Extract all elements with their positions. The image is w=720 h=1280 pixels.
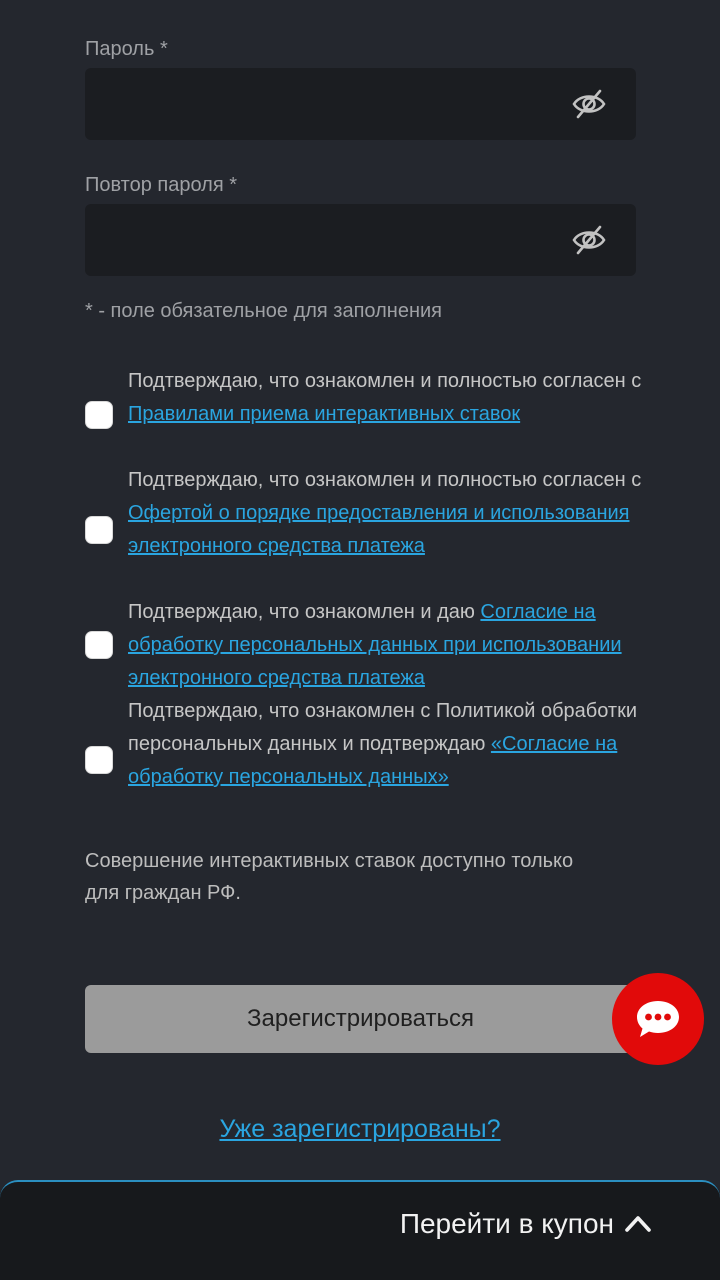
agreement-consent-label: Подтверждаю, что ознакомлен и даю: [128, 601, 481, 623]
chat-bubble-icon: [637, 1001, 679, 1037]
password-field-wrapper: [85, 68, 636, 140]
offer-link[interactable]: Офертой о порядке предоставления и испол…: [128, 502, 629, 557]
password-label: Пароль *: [85, 38, 168, 60]
agreement-rules-label: Подтверждаю, что ознакомлен и полностью …: [128, 370, 642, 392]
agreement-policy-text: Подтверждаю, что ознакомлен с Политикой …: [128, 695, 648, 794]
agreement-offer-checkbox[interactable]: [85, 516, 113, 544]
coupon-bar[interactable]: Перейти в купон: [0, 1180, 720, 1280]
citizenship-note: Совершение интерактивных ставок доступно…: [85, 850, 574, 904]
password-repeat-field-wrapper: [85, 204, 636, 276]
eye-off-icon[interactable]: [572, 88, 606, 120]
agreement-rules-checkbox[interactable]: [85, 401, 113, 429]
agreement-policy-checkbox[interactable]: [85, 746, 113, 774]
agreement-consent-checkbox[interactable]: [85, 631, 113, 659]
coupon-bar-label: Перейти в купон: [399, 1208, 614, 1239]
password-input[interactable]: [85, 68, 555, 140]
agreement-offer-text: Подтверждаю, что ознакомлен и полностью …: [128, 464, 648, 563]
already-registered-link[interactable]: Уже зарегистрированы?: [0, 1115, 720, 1144]
rules-link[interactable]: Правилами приема интерактивных ставок: [128, 403, 520, 425]
agreement-rules-text: Подтверждаю, что ознакомлен и полностью …: [128, 365, 648, 431]
required-note: * - поле обязательное для заполнения: [85, 300, 442, 322]
chevron-up-icon: [625, 1216, 651, 1232]
chat-button[interactable]: [612, 973, 704, 1065]
agreement-consent-text: Подтверждаю, что ознакомлен и даю Соглас…: [128, 596, 648, 695]
register-button[interactable]: Зарегистрироваться: [85, 985, 636, 1053]
eye-off-icon[interactable]: [572, 224, 606, 256]
password-repeat-input[interactable]: [85, 204, 555, 276]
agreement-offer-label: Подтверждаю, что ознакомлен и полностью …: [128, 469, 642, 491]
password-repeat-label: Повтор пароля *: [85, 174, 238, 196]
